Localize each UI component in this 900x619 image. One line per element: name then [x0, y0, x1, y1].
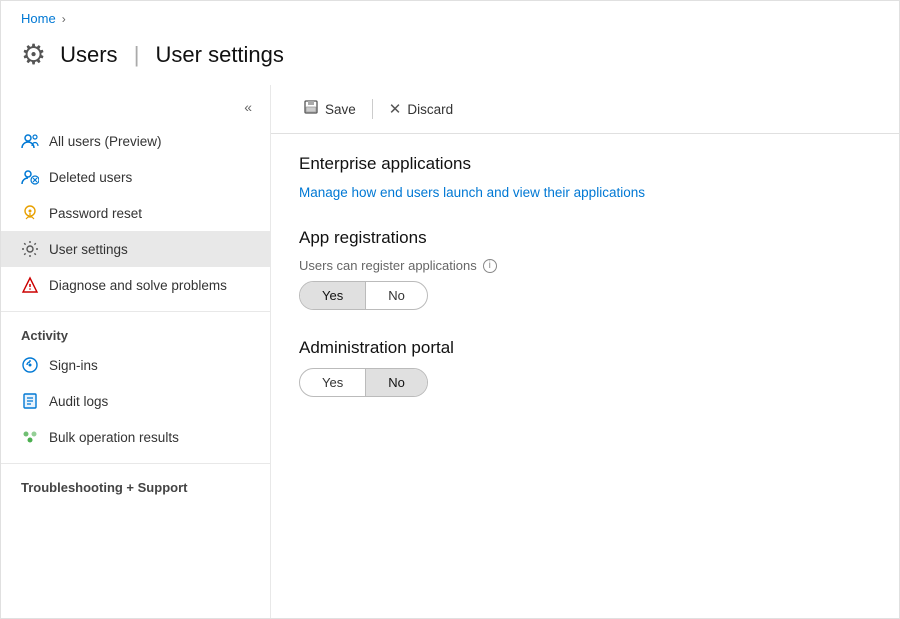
sidebar-divider-troubleshooting	[1, 463, 270, 464]
discard-button[interactable]: ✕ Discard	[381, 96, 461, 122]
sidebar-item-deleted-users-label: Deleted users	[49, 170, 132, 185]
all-users-icon	[21, 132, 39, 150]
sidebar-item-user-settings-label: User settings	[49, 242, 128, 257]
sidebar: « All users (Preview)	[1, 85, 271, 618]
enterprise-applications-link[interactable]: Manage how end users launch and view the…	[299, 185, 645, 200]
collapse-sidebar-button[interactable]: «	[236, 95, 260, 119]
diagnose-icon	[21, 276, 39, 294]
app-registrations-yes-button[interactable]: Yes	[300, 282, 366, 309]
sidebar-activity-section: Activity	[1, 320, 270, 347]
save-icon	[303, 99, 319, 119]
breadcrumb-home-link[interactable]: Home	[21, 11, 56, 26]
user-settings-icon	[21, 240, 39, 258]
discard-icon: ✕	[389, 100, 402, 118]
sidebar-item-deleted-users[interactable]: Deleted users	[1, 159, 270, 195]
audit-logs-icon	[21, 392, 39, 410]
admin-portal-section: Administration portal Yes No	[299, 338, 871, 397]
enterprise-applications-title: Enterprise applications	[299, 154, 871, 174]
sidebar-item-sign-ins[interactable]: Sign-ins	[1, 347, 270, 383]
app-registrations-no-button[interactable]: No	[366, 282, 427, 309]
save-button[interactable]: Save	[295, 95, 364, 123]
page-title-separator: |	[134, 42, 146, 67]
content-body: Enterprise applications Manage how end u…	[271, 134, 899, 445]
enterprise-applications-section: Enterprise applications Manage how end u…	[299, 154, 871, 200]
toolbar-divider	[372, 99, 373, 119]
breadcrumb-separator: ›	[62, 12, 66, 26]
admin-portal-toggle: Yes No	[299, 368, 428, 397]
sign-ins-icon	[21, 356, 39, 374]
breadcrumb: Home ›	[21, 11, 879, 26]
page-title-icon: ⚙	[21, 38, 46, 71]
sidebar-item-audit-logs-label: Audit logs	[49, 394, 108, 409]
page-title-prefix: Users	[60, 42, 117, 67]
app-registrations-section: App registrations Users can register app…	[299, 228, 871, 310]
page-title-suffix: User settings	[156, 42, 284, 67]
toolbar: Save ✕ Discard	[271, 85, 899, 134]
deleted-users-icon	[21, 168, 39, 186]
content-area: Save ✕ Discard Enterprise applications M…	[271, 85, 899, 618]
sidebar-item-bulk-operation[interactable]: Bulk operation results	[1, 419, 270, 455]
app-registrations-toggle: Yes No	[299, 281, 428, 310]
admin-portal-yes-button[interactable]: Yes	[300, 369, 366, 396]
app-registrations-label: Users can register applications i	[299, 258, 871, 273]
sidebar-item-audit-logs[interactable]: Audit logs	[1, 383, 270, 419]
save-label: Save	[325, 102, 356, 117]
sidebar-item-password-reset-label: Password reset	[49, 206, 142, 221]
sidebar-troubleshooting-section: Troubleshooting + Support	[1, 472, 270, 499]
app-registrations-info-icon[interactable]: i	[483, 259, 497, 273]
app-registrations-title: App registrations	[299, 228, 871, 248]
sidebar-divider-activity	[1, 311, 270, 312]
sidebar-item-diagnose[interactable]: Diagnose and solve problems	[1, 267, 270, 303]
sidebar-item-diagnose-label: Diagnose and solve problems	[49, 278, 227, 293]
admin-portal-no-button[interactable]: No	[366, 369, 427, 396]
sidebar-item-bulk-label: Bulk operation results	[49, 430, 179, 445]
password-reset-icon	[21, 204, 39, 222]
admin-portal-title: Administration portal	[299, 338, 871, 358]
bulk-operation-icon	[21, 428, 39, 446]
sidebar-item-all-users[interactable]: All users (Preview)	[1, 123, 270, 159]
sidebar-item-password-reset[interactable]: Password reset	[1, 195, 270, 231]
page-title: Users | User settings	[60, 42, 284, 68]
sidebar-item-user-settings[interactable]: User settings	[1, 231, 270, 267]
discard-label: Discard	[407, 102, 453, 117]
sidebar-item-all-users-label: All users (Preview)	[49, 134, 162, 149]
sidebar-item-sign-ins-label: Sign-ins	[49, 358, 98, 373]
